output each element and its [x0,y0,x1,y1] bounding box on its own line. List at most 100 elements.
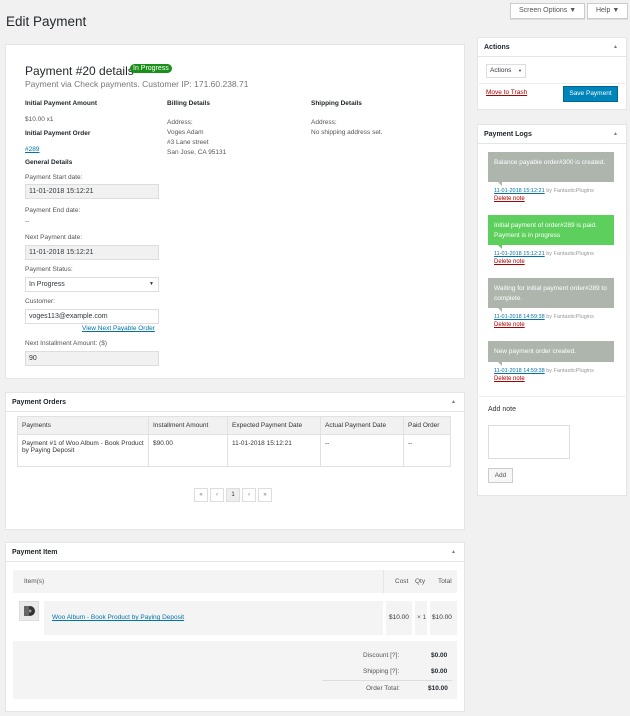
note-author: by FantasticPlugins [544,251,594,257]
billing-line-1: Voges Adam [167,129,204,136]
payment-item-header[interactable]: Payment Item ▲ [6,543,464,562]
installment-field[interactable]: 90 [25,351,159,366]
log-note-4-meta: 11-01-2018 14:59:38 by FantasticPlugins [494,368,594,374]
note-pointer [498,362,502,366]
billing-details-label: Billing Details [167,100,210,107]
discount-label: Discount [?]: [363,652,400,659]
billing-line-2: #3 Lane street [167,139,209,146]
table-header-row: Payments Installment Amount Expected Pay… [17,416,451,435]
cell-paid-order: -- [403,434,451,467]
billing-address-label: Address: [167,119,193,126]
note-date-link[interactable]: 11-01-2018 14:59:38 [494,368,545,374]
shipping-total-label: Shipping [?]: [363,668,400,675]
payment-orders-header[interactable]: Payment Orders ▲ [6,393,464,412]
add-note-label: Add note [488,406,517,413]
col-paid-order: Paid Order [403,416,451,435]
pagination-next[interactable]: › [242,488,256,502]
payment-heading: Payment #20 details [25,64,134,78]
divider [477,83,627,84]
divider [477,396,627,397]
delete-note-link[interactable]: Delete note [494,196,525,202]
payment-subtitle: Payment via Check payments. Customer IP:… [25,79,249,89]
collapse-icon[interactable]: ▲ [613,44,618,50]
pagination-prev[interactable]: ‹ [210,488,224,502]
view-next-order-link[interactable]: View Next Payable Order [82,325,155,332]
pagination-current[interactable]: 1 [226,488,240,502]
chevron-down-icon: ▼ [149,281,154,287]
payment-item-title: Payment Item [12,549,58,556]
initial-amount-value: $10.00 x1 [25,116,54,123]
customer-field[interactable]: voges113@example.com [25,309,159,324]
collapse-icon[interactable]: ▲ [451,549,456,555]
item-qty: × 1 [417,614,427,621]
start-date-label: Payment Start date: [25,174,83,181]
col-qty: Qty [415,578,426,585]
note-date-link[interactable]: 11-01-2018 15:12:21 [494,188,545,194]
col-actual-date: Actual Payment Date [320,416,404,435]
save-payment-button[interactable]: Save Payment [563,86,618,102]
general-details-label: General Details [25,159,73,166]
payment-logs-title: Payment Logs [484,131,532,138]
log-note-2-meta: 11-01-2018 15:12:21 by FantasticPlugins [494,251,594,257]
col-installment-amount: Installment Amount [148,416,228,435]
installment-label: Next Installment Amount: ($) [25,340,108,347]
pagination-last[interactable]: » [258,488,272,502]
table-row: Payment #1 of Woo Album - Book Product b… [17,434,451,467]
shipping-address-label: Address: [311,119,337,126]
log-note-4: New payment order created. [488,341,614,362]
actions-select[interactable]: Actions ▼ [486,64,526,78]
initial-order-link[interactable]: #289 [25,146,39,153]
collapse-icon[interactable]: ▲ [613,131,618,137]
product-thumbnail [19,601,39,621]
note-date-link[interactable]: 11-01-2018 15:12:21 [494,251,545,257]
note-date-link[interactable]: 11-01-2018 14:59:38 [494,314,545,320]
status-badge: In Progress [130,64,172,73]
col-cost: Cost [395,578,409,585]
screen-options-button[interactable]: Screen Options ▼ [510,3,586,19]
pagination-first[interactable]: « [194,488,208,502]
shipping-total-value: $0.00 [431,668,448,675]
order-total-label: Order Total: [366,685,400,692]
help-button[interactable]: Help ▼ [587,3,629,19]
discount-value: $0.00 [431,652,448,659]
end-date-value: -- [25,218,30,225]
cell-installment: $90.00 [148,434,228,467]
divider [383,570,384,593]
delete-note-link[interactable]: Delete note [494,376,525,382]
note-author: by FantasticPlugins [544,368,594,374]
log-note-3-meta: 11-01-2018 14:59:38 by FantasticPlugins [494,314,594,320]
customer-label: Customer: [25,298,55,305]
status-select[interactable]: In Progress ▼ [25,277,159,292]
page-title: Edit Payment [6,14,87,29]
end-date-label: Payment End date: [25,207,81,214]
collapse-icon[interactable]: ▲ [451,399,456,405]
product-link[interactable]: Woo Album - Book Product by Paying Depos… [52,614,184,621]
order-total-value: $10.00 [428,685,448,692]
shipping-details-label: Shipping Details [311,100,362,107]
chevron-down-icon: ▼ [518,68,522,73]
billing-line-3: San Jose, CA 95131 [167,149,227,156]
add-note-button[interactable]: Add [488,468,513,483]
col-payments: Payments [17,416,149,435]
album-icon [24,606,35,616]
actions-select-value: Actions [490,67,512,74]
next-date-field[interactable]: 11-01-2018 15:12:21 [25,245,159,260]
delete-note-link[interactable]: Delete note [494,259,525,265]
col-expected-date: Expected Payment Date [227,416,321,435]
move-to-trash-link[interactable]: Move to Trash [486,89,527,96]
log-note-3: Waiting for initial payment order#289 to… [488,278,614,308]
payment-logs-header[interactable]: Payment Logs ▲ [478,125,626,144]
start-date-field[interactable]: 11-01-2018 15:12:21 [25,184,159,199]
note-author: by FantasticPlugins [544,314,594,320]
payment-orders-title: Payment Orders [12,399,67,406]
payment-orders-table: Payments Installment Amount Expected Pay… [17,416,451,467]
items-header-bar [13,570,457,593]
status-select-value: In Progress [29,281,65,288]
actions-title: Actions [484,44,510,51]
note-pointer [498,182,502,186]
actions-header[interactable]: Actions ▲ [478,38,626,57]
col-items: Item(s) [24,578,45,585]
status-label: Payment Status: [25,266,73,273]
add-note-textarea[interactable] [488,425,570,459]
delete-note-link[interactable]: Delete note [494,322,525,328]
